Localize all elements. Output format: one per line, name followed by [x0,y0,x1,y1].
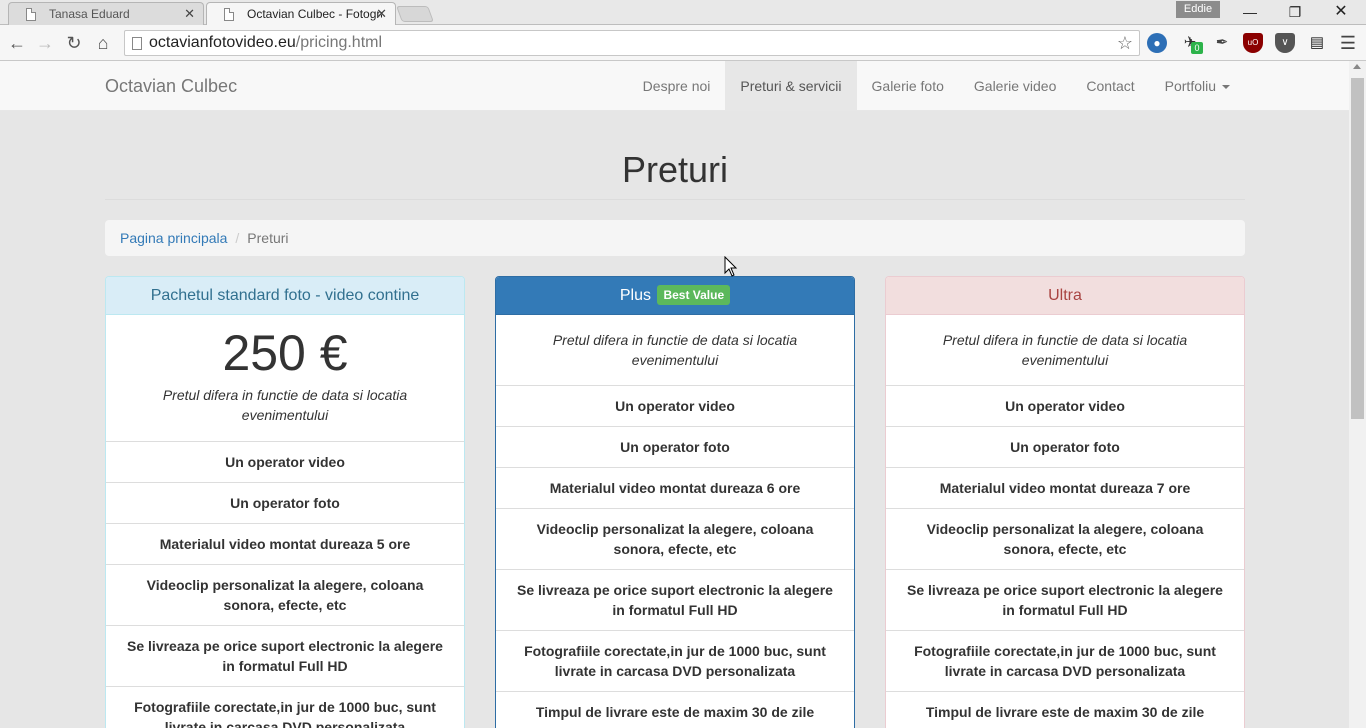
feature-item: Materialul video montat dureaza 6 ore [496,468,854,509]
eyedropper-icon[interactable]: ✒ [1212,33,1232,53]
plan-plus-panel: Plus Best Value Pretul difera in functie… [495,276,855,728]
bookmark-star-icon[interactable]: ☆ [1117,31,1133,55]
reader-icon[interactable]: ▤ [1307,33,1327,53]
feature-item: Videoclip personalizat la alegere, coloa… [886,509,1244,570]
back-arrow-icon[interactable]: ← [5,31,29,55]
minimize-icon[interactable]: — [1227,2,1273,22]
site-brand[interactable]: Octavian Culbec [105,76,237,97]
page-info-icon[interactable] [132,37,142,50]
profile-button[interactable]: Eddie [1176,1,1220,18]
plan-standard-panel: Pachetul standard foto - video contine 2… [105,276,465,728]
window-close-icon[interactable]: ✕ [1318,2,1364,22]
plan-title: Ultra [886,277,1244,315]
tab-strip: Tanasa Eduard ✕ Octavian Culbec - Fotogr… [0,0,1366,25]
url-path: /pricing.html [295,34,383,51]
feature-item: Un operator video [496,386,854,427]
feature-item: Fotografiile corectate,in jur de 1000 bu… [886,631,1244,692]
tab-tanasa-eduard[interactable]: Tanasa Eduard ✕ [8,2,204,25]
browser-toolbar: ← → ↻ ⌂ octavianfotovideo.eu/pricing.htm… [0,25,1366,61]
feature-item: Materialul video montat dureaza 7 ore [886,468,1244,509]
feature-item: Fotografiile corectate,in jur de 1000 bu… [106,687,464,728]
home-icon[interactable]: ⌂ [91,31,115,55]
breadcrumb: Pagina principala / Preturi [105,220,1245,256]
extension-badge: 0 [1191,42,1203,54]
globe-icon[interactable]: ● [1147,33,1167,53]
feature-item: Un operator foto [106,483,464,524]
mouse-cursor-icon [724,256,738,277]
nav-despre-noi[interactable]: Despre noi [628,61,726,111]
tab-octavian-culbec[interactable]: Octavian Culbec - Fotogra ✕ [206,2,396,25]
feature-item: Videoclip personalizat la alegere, coloa… [106,565,464,626]
feature-item: Se livreaza pe orice suport electronic l… [106,626,464,687]
scroll-up-icon[interactable] [1353,64,1361,69]
page-viewport: Octavian Culbec Despre noi Preturi & ser… [0,61,1349,728]
feature-item: Un operator video [886,386,1244,427]
feature-item: Materialul video montat dureaza 5 ore [106,524,464,565]
tab-title: Octavian Culbec - Fotogra [247,7,382,21]
page-icon [224,8,234,21]
breadcrumb-current: Preturi [247,230,289,246]
price-block: 250 € Pretul difera in functie de data s… [106,315,464,442]
nav-preturi-servicii[interactable]: Preturi & servicii [725,61,857,111]
price-note: Pretul difera in functie de data si loca… [496,315,854,386]
page-title: Preturi [621,149,729,190]
nav-galerie-foto[interactable]: Galerie foto [857,61,959,111]
vertical-scrollbar[interactable] [1349,61,1366,728]
feature-item: Un operator foto [886,427,1244,468]
address-bar[interactable]: octavianfotovideo.eu/pricing.html ☆ [124,30,1140,56]
feature-item: Timpul de livrare este de maxim 30 de zi… [886,692,1244,728]
feature-item: Se livreaza pe orice suport electronic l… [496,570,854,631]
page-icon [26,8,36,21]
price-note: Pretul difera in functie de data si loca… [886,315,1244,386]
plan-header: Plus Best Value [496,277,854,315]
scrollbar-thumb[interactable] [1351,78,1364,419]
nav-galerie-video[interactable]: Galerie video [959,61,1072,111]
plan-ultra-panel: Ultra Pretul difera in functie de data s… [885,276,1245,728]
plan-title: Pachetul standard foto - video contine [106,277,464,315]
feature-item: Videoclip personalizat la alegere, coloa… [496,509,854,570]
nav-portfoliu-dropdown[interactable]: Portfoliu [1150,61,1245,111]
reload-icon[interactable]: ↻ [62,31,86,55]
price-note: Pretul difera in functie de data si loca… [162,387,408,423]
plane-icon[interactable]: ✈ 0 [1180,33,1203,54]
plan-title: Plus [619,287,651,304]
breadcrumb-separator: / [235,230,240,246]
menu-icon[interactable]: ☰ [1338,33,1358,53]
site-navbar: Octavian Culbec Despre noi Preturi & ser… [0,61,1349,111]
breadcrumb-home-link[interactable]: Pagina principala [120,230,227,246]
nav-contact[interactable]: Contact [1071,61,1149,111]
close-icon[interactable]: ✕ [376,6,387,22]
forward-arrow-icon[interactable]: → [33,31,57,55]
feature-item: Fotografiile corectate,in jur de 1000 bu… [496,631,854,692]
tab-title: Tanasa Eduard [49,7,130,21]
caret-down-icon [1222,85,1230,90]
ublock-icon[interactable]: uO [1243,33,1263,53]
nav-links: Despre noi Preturi & servicii Galerie fo… [628,61,1245,111]
restore-icon[interactable]: ❐ [1272,2,1318,22]
best-value-badge: Best Value [657,285,731,305]
feature-item: Se livreaza pe orice suport electronic l… [886,570,1244,631]
nav-portfoliu-label: Portfoliu [1164,78,1216,94]
feature-item: Un operator video [106,442,464,483]
url-host: octavianfotovideo.eu [149,34,296,51]
pocket-icon[interactable]: ∨ [1275,33,1295,53]
feature-item: Un operator foto [496,427,854,468]
close-icon[interactable]: ✕ [184,6,195,22]
page-header: Preturi [105,147,1245,200]
feature-item: Timpul de livrare este de maxim 30 de zi… [496,692,854,728]
new-tab-button[interactable] [396,6,434,22]
plan-price: 250 € [222,325,348,381]
